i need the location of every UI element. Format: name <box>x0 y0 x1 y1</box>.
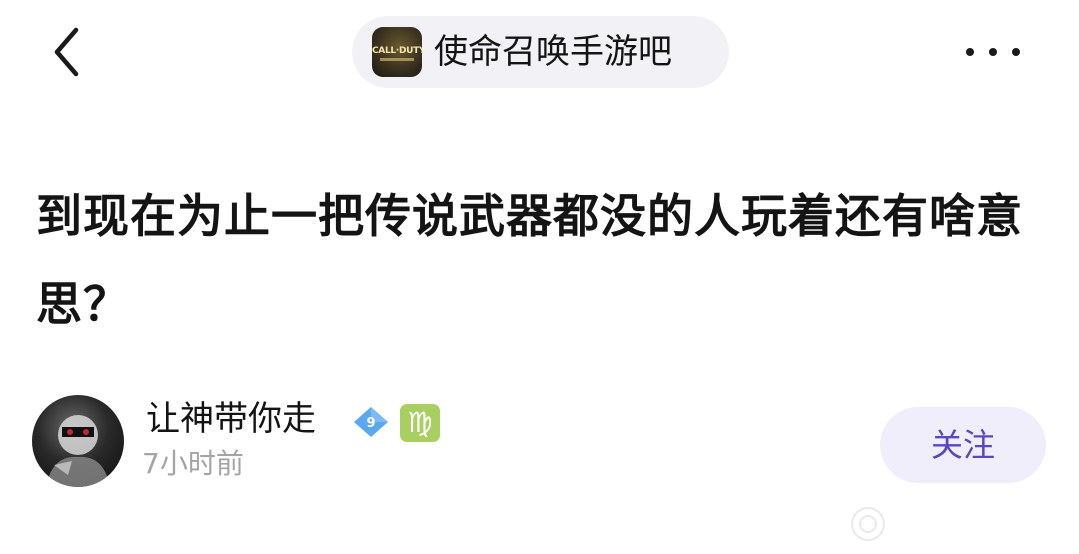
post-title: 到现在为止一把传说武器都没的人玩着还有啥意思？ <box>36 189 1023 331</box>
back-button[interactable] <box>36 22 96 82</box>
level-number: 9 <box>366 416 375 431</box>
forum-name: 使命召唤手游吧 <box>434 32 672 72</box>
more-horizontal-icon-dot <box>1012 48 1020 56</box>
avatar-image <box>46 415 110 487</box>
forum-logo: CALL·DUTY <box>372 27 422 77</box>
forum-logo-text: CALL·DUTY <box>372 46 422 56</box>
forum-header-pill[interactable]: CALL·DUTY 使命召唤手游吧 <box>352 16 729 88</box>
watermark-icon <box>851 507 885 541</box>
post-timestamp: 7小时前 <box>142 447 244 480</box>
forum-logo-stripe <box>380 58 414 61</box>
virgo-zodiac-icon: ♍ <box>400 404 440 442</box>
follow-button[interactable]: 关注 <box>880 407 1046 483</box>
level-diamond-icon: 9 <box>354 407 388 437</box>
author-avatar[interactable] <box>32 395 124 487</box>
more-options-button[interactable] <box>960 30 1026 74</box>
chevron-left-icon <box>54 27 79 77</box>
more-horizontal-icon-dot <box>989 48 997 56</box>
author-name[interactable]: 让神带你走 <box>146 396 316 442</box>
more-horizontal-icon <box>966 48 974 56</box>
